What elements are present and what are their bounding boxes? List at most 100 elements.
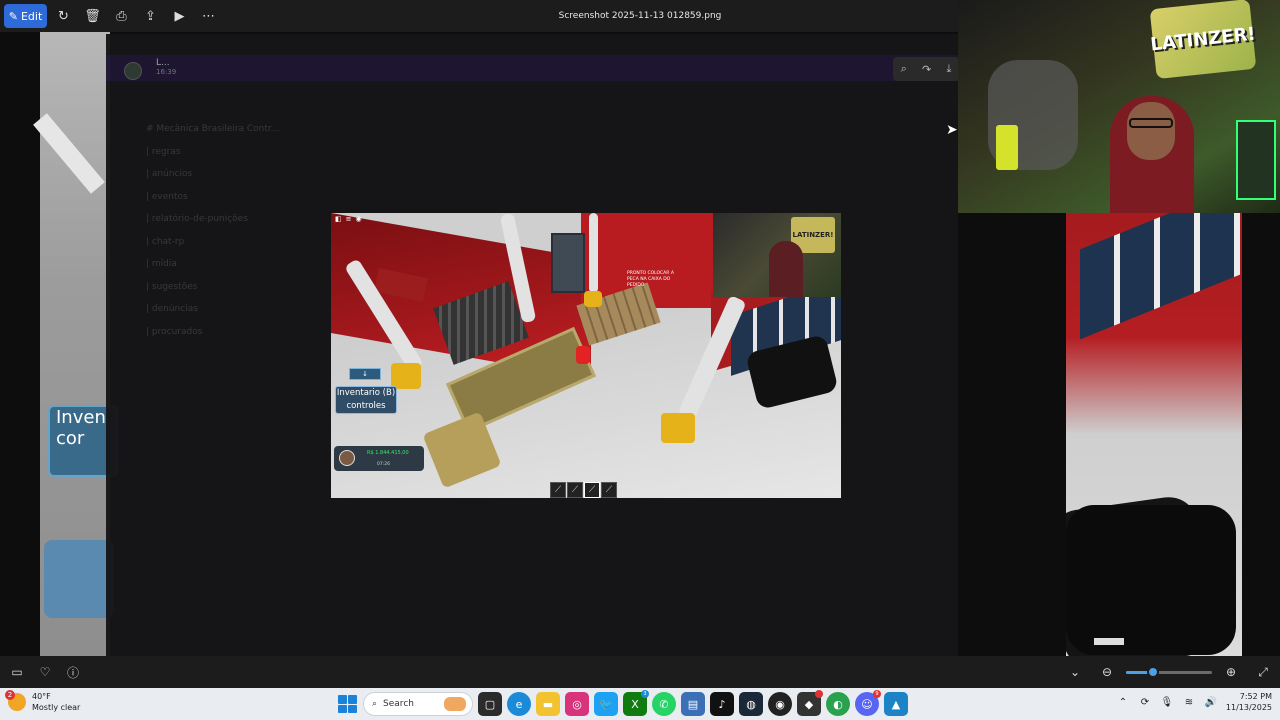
download-icon[interactable]: ⤓ xyxy=(946,62,951,76)
more-options-icon[interactable]: ⋯ xyxy=(194,4,223,28)
edit-button-label: Edit xyxy=(20,9,43,23)
roblox-icon[interactable]: ◆ xyxy=(797,690,823,716)
discord-time: 16:39 xyxy=(156,68,177,76)
hamburger-icon[interactable]: ≡ xyxy=(346,215,352,223)
edge-icon[interactable]: e xyxy=(507,692,531,716)
game-pillar-base xyxy=(584,291,602,307)
chrome-icon[interactable]: ◐ xyxy=(826,692,850,716)
channel-item: | regras xyxy=(146,146,181,157)
network-sync-icon[interactable]: ⟳ xyxy=(1138,695,1152,709)
discord-banner xyxy=(106,55,958,81)
background-game-right xyxy=(1066,213,1242,656)
start-button[interactable] xyxy=(336,693,358,715)
search-label: Search xyxy=(383,699,414,709)
xbox-icon[interactable]: X3 xyxy=(623,690,649,716)
print-icon[interactable]: ⎙ xyxy=(107,4,136,28)
discord-user: L... 16:39 xyxy=(156,58,176,76)
hotbar-slot-tool[interactable]: ⟋ xyxy=(550,482,566,498)
system-tray: ⌃ ⟳ 🎙 ≋ 🔊 7:52 PM 11/13/2025 xyxy=(1116,691,1272,713)
game-wall-sign: PRONTO COLOCAR A PECA NA CAIXA DO PEDIDO xyxy=(627,271,674,288)
delete-icon[interactable]: 🗑 xyxy=(78,4,107,28)
player-money: R$ 1.844.415,00 xyxy=(367,450,409,456)
webcam-streamer-glasses xyxy=(1129,118,1173,128)
discord-icon[interactable]: ☺ 9 xyxy=(855,690,881,716)
channel-item: | mídia xyxy=(146,259,177,269)
filmstrip-icon[interactable]: ▭ xyxy=(4,660,30,684)
edit-button[interactable]: ✎ Edit xyxy=(4,4,47,28)
edit-icon: ✎ xyxy=(8,9,18,23)
weather-temperature: 40°F xyxy=(32,692,51,701)
info-icon[interactable]: ⓘ xyxy=(60,660,86,684)
inventory-arrow-button[interactable]: ↓ xyxy=(349,368,381,380)
mouse-cursor-icon: ➤ xyxy=(946,122,958,138)
channel-item: | anúncios xyxy=(146,169,193,179)
player-avatar xyxy=(339,450,355,466)
microphone-icon[interactable]: 🎙 xyxy=(1160,695,1174,709)
share-icon[interactable]: ⇪ xyxy=(136,4,165,28)
zoom-out-icon[interactable]: ⊖ xyxy=(1094,660,1120,684)
instagram-icon[interactable]: ◎ xyxy=(565,692,589,716)
webcam-person xyxy=(769,241,803,297)
webcam-latinzer-sign: LATINZER! xyxy=(1149,0,1257,80)
zoom-slider-thumb[interactable] xyxy=(1146,665,1159,678)
game-door xyxy=(551,233,585,293)
zoom-search-icon[interactable]: ⌕ xyxy=(901,62,907,76)
background-black-car xyxy=(1066,505,1236,655)
fullscreen-icon[interactable]: ⤢ xyxy=(1250,660,1276,684)
viewer-toolbar: ✎ Edit ↻ 🗑 ⎙ ⇪ ▶ ⋯ xyxy=(0,0,958,32)
viewer-bottom-bar: ▭ ♡ ⓘ ⌄ ⊖ ⊕ ⤢ xyxy=(0,656,1280,688)
game-screenshot: PRONTO COLOCAR A PECA NA CAIXA DO PEDIDO… xyxy=(331,213,841,498)
background-profile-card xyxy=(44,540,114,618)
chat-icon[interactable]: ◉ xyxy=(356,215,362,223)
hotbar-slot-tool[interactable]: ⟋ xyxy=(584,482,600,498)
weather-sun-icon: 2 xyxy=(5,690,26,711)
game-pillar-base xyxy=(391,363,421,389)
discord-username: L... xyxy=(156,58,170,68)
chevron-down-icon[interactable]: ⌄ xyxy=(1062,660,1088,684)
windows-taskbar: 2 40°F Mostly clear ⌕ Search ▢ e ▬ ◎ 🐦 X… xyxy=(0,688,1280,720)
channel-item: | chat-rp xyxy=(146,236,185,247)
zoom-in-icon[interactable]: ⊕ xyxy=(1218,660,1244,684)
roblox-menu-icon[interactable]: ◧ xyxy=(335,215,342,223)
chevron-up-icon[interactable]: ⌃ xyxy=(1116,695,1130,709)
slideshow-icon[interactable]: ▶ xyxy=(165,4,194,28)
obs-icon[interactable]: ◉ xyxy=(768,692,792,716)
weather-widget[interactable]: 2 40°F Mostly clear xyxy=(5,690,80,713)
game-pillar xyxy=(589,213,598,293)
image-tools: ⌕ ↷ ⤓ xyxy=(893,57,959,81)
forward-icon[interactable]: ↷ xyxy=(922,63,931,76)
game-clock: 07:26 xyxy=(377,462,390,467)
channel-item: | denúncias xyxy=(146,304,198,314)
hotbar-slot-tool[interactable]: ⟋ xyxy=(601,482,617,498)
webcam-streamer-face xyxy=(1127,102,1175,160)
weather-badge: 2 xyxy=(5,690,15,700)
favorite-icon[interactable]: ♡ xyxy=(32,660,58,684)
game-webcam-overlay: LATINZER! xyxy=(713,213,841,297)
hotbar-slot-tool[interactable]: ⟋ xyxy=(567,482,583,498)
tiktok-icon[interactable]: ♪ xyxy=(710,692,734,716)
inventory-button[interactable]: Inventario (B) controles xyxy=(335,386,397,414)
discord-avatar xyxy=(124,62,142,80)
wifi-icon[interactable]: ≋ xyxy=(1182,695,1196,709)
steam-icon[interactable]: ◍ xyxy=(739,692,763,716)
clock-time: 7:52 PM xyxy=(1239,692,1272,701)
game-hud-top: ◧ ≡ ◉ xyxy=(335,215,362,223)
store-icon[interactable]: ▤ xyxy=(681,692,705,716)
file-explorer-icon[interactable]: ▬ xyxy=(536,692,560,716)
volume-icon[interactable]: 🔊 xyxy=(1204,695,1218,709)
channel-item: | procurados xyxy=(146,326,203,337)
webcam-yellow-shirt xyxy=(996,125,1018,170)
channel-item: # Mecânica Brasileira Contr... xyxy=(146,124,280,134)
whatsapp-icon[interactable]: ✆ xyxy=(652,692,676,716)
channel-item: | sugestões xyxy=(146,281,198,292)
taskbar-clock[interactable]: 7:52 PM 11/13/2025 xyxy=(1226,691,1272,713)
game-hotbar: ⟋ ⟋ ⟋ ⟋ xyxy=(550,482,617,498)
zoom-slider[interactable] xyxy=(1126,665,1212,678)
webcam-pc-case xyxy=(1236,120,1276,200)
taskbar-search[interactable]: ⌕ Search xyxy=(363,692,473,716)
photos-icon[interactable]: ▲ xyxy=(884,692,908,716)
task-view-icon[interactable]: ▢ xyxy=(478,692,502,716)
channel-item: | relatório-de-punições xyxy=(146,214,248,224)
twitter-icon[interactable]: 🐦 xyxy=(594,692,618,716)
rotate-icon[interactable]: ↻ xyxy=(49,4,78,28)
